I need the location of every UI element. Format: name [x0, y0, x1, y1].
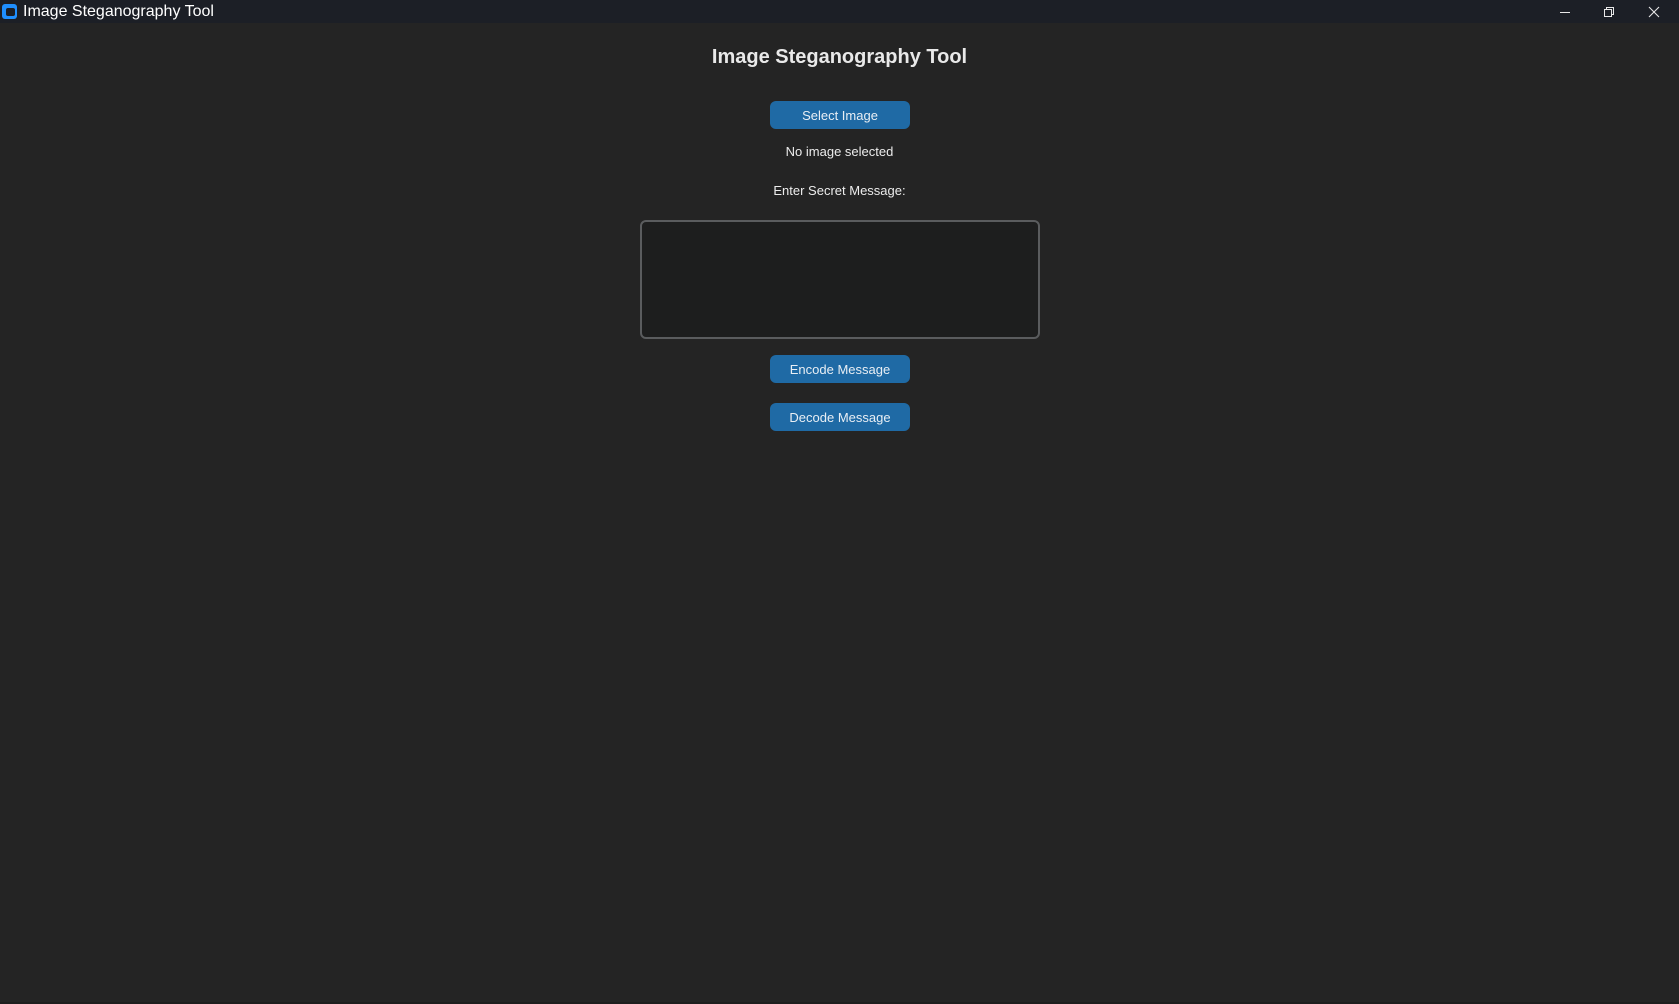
restore-icon [1603, 6, 1614, 17]
select-image-button[interactable]: Select Image [770, 101, 910, 129]
page-title: Image Steganography Tool [711, 46, 968, 68]
decode-message-button[interactable]: Decode Message [770, 403, 910, 431]
secret-message-label: Enter Secret Message: [773, 183, 906, 198]
maximize-button[interactable] [1586, 0, 1631, 23]
close-icon [1648, 6, 1659, 17]
image-status-label: No image selected [785, 144, 894, 159]
window-title: Image Steganography Tool [23, 3, 214, 20]
close-button[interactable] [1631, 0, 1676, 23]
minimize-icon [1559, 11, 1570, 13]
minimize-button[interactable] [1542, 0, 1587, 23]
secret-message-input[interactable] [640, 220, 1040, 339]
encode-message-button[interactable]: Encode Message [770, 355, 910, 383]
app-window-icon [2, 4, 17, 19]
title-bar[interactable]: Image Steganography Tool [0, 0, 1679, 23]
app-window: Image Steganography Tool Image Steganogr… [0, 0, 1679, 1004]
main-panel: Image Steganography Tool Select Image No… [0, 23, 1679, 1004]
